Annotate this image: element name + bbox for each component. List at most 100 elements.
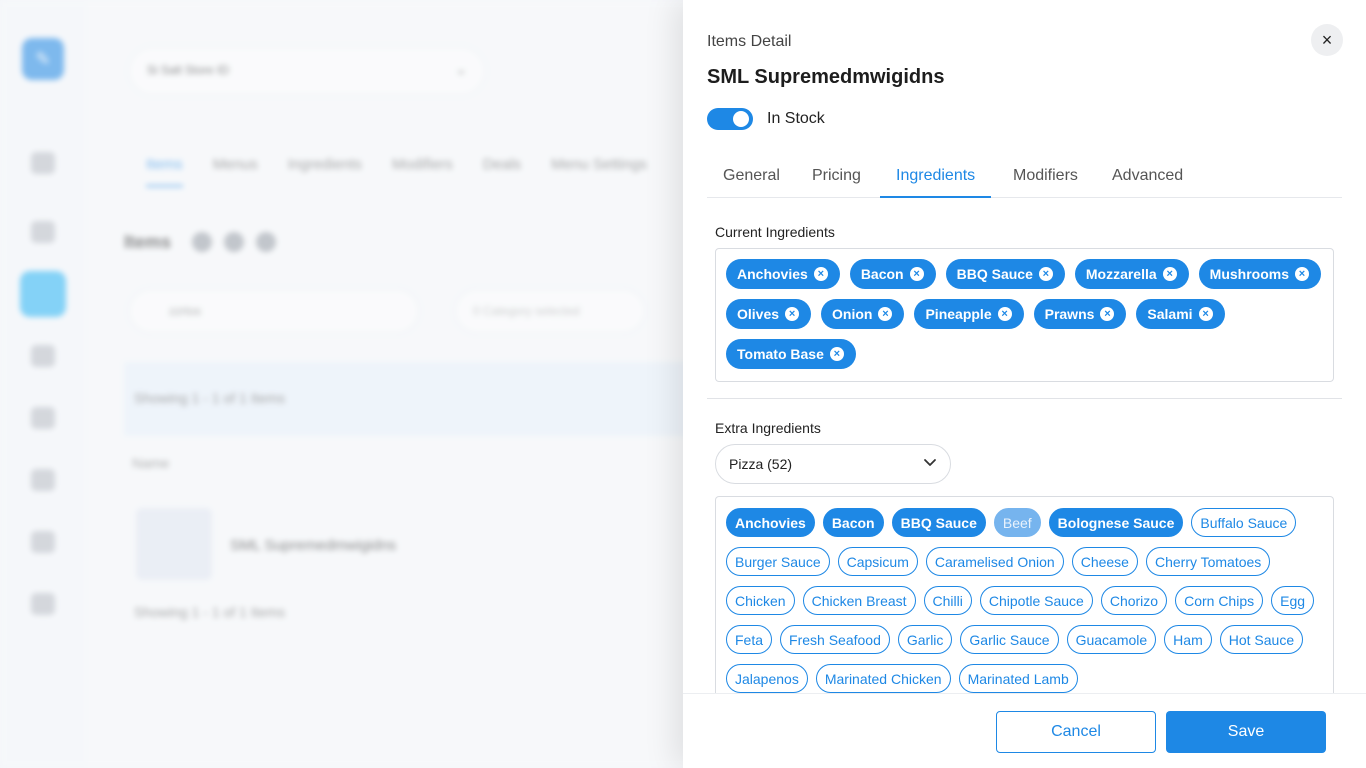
extra-ingredient-pill[interactable]: Bolognese Sauce xyxy=(1048,508,1184,537)
remove-chip-icon[interactable]: × xyxy=(909,267,924,281)
remove-chip-icon[interactable]: × xyxy=(878,307,893,321)
in-stock-toggle[interactable] xyxy=(707,108,753,130)
remove-chip-icon[interactable]: × xyxy=(1295,267,1310,281)
remove-chip-icon[interactable]: × xyxy=(997,307,1012,321)
chip-label: Salami xyxy=(1147,306,1193,322)
chip-label: Prawns xyxy=(1044,306,1095,322)
chip-label: Bacon xyxy=(860,266,904,282)
in-stock-label: In Stock xyxy=(767,110,825,127)
current-ingredient-chip: BBQ Sauce × xyxy=(945,259,1065,289)
extra-ingredient-pill[interactable]: Feta xyxy=(726,625,773,654)
extra-ingredient-pill[interactable]: Marinated Chicken xyxy=(815,664,951,693)
chip-label: Onion xyxy=(832,306,873,322)
toggle-knob xyxy=(733,111,749,127)
remove-chip-icon[interactable]: × xyxy=(829,347,844,361)
chip-label: Anchovies xyxy=(737,266,808,282)
current-ingredient-chip: Olives × xyxy=(726,299,812,329)
extra-ingredient-pill[interactable]: Marinated Lamb xyxy=(958,664,1078,693)
results-banner: Showing 1 - 1 of 1 Items xyxy=(124,362,724,436)
close-button[interactable]: × xyxy=(1311,24,1343,56)
extra-ingredients-box: Anchovies Bacon BBQ Sauce Beef Bolognese Sau… xyxy=(715,496,1334,696)
category-filter: 0 Category selected xyxy=(454,288,646,334)
extra-ingredient-pill[interactable]: Guacamole xyxy=(1066,625,1157,654)
sidebar-nav-icon xyxy=(31,152,55,174)
app-logo-icon: ✎ xyxy=(22,38,64,80)
extra-ingredient-pill[interactable]: Hot Sauce xyxy=(1219,625,1304,654)
background-tabs: Items Menus Ingredients Modifiers Deals … xyxy=(146,156,647,187)
sidebar-nav-icon xyxy=(31,407,55,429)
info-icon xyxy=(192,232,212,252)
save-button[interactable]: Save xyxy=(1166,711,1326,753)
extra-ingredients-label: Extra Ingredients xyxy=(715,420,821,436)
extra-ingredient-pill[interactable]: Bacon xyxy=(822,508,884,537)
chip-label: Tomato Base xyxy=(737,346,824,362)
current-ingredient-chip: Tomato Base × xyxy=(726,339,856,369)
current-ingredient-chip: Pineapple × xyxy=(914,299,1024,329)
category-select-value: Pizza (52) xyxy=(729,456,793,472)
extra-ingredient-pill[interactable]: Chicken xyxy=(726,586,795,615)
sidebar-nav-icon xyxy=(31,531,55,553)
store-select-label: Si Salt Store ID xyxy=(147,63,230,77)
bg-tab: Menu Settings xyxy=(551,156,648,173)
current-ingredients-box: Anchovies × Bacon × BBQ Sauce × Mozzarella × Mus… xyxy=(715,248,1334,382)
tab-pricing[interactable]: Pricing xyxy=(796,160,877,198)
sidebar-nav-icon xyxy=(31,345,55,367)
chip-label: Olives xyxy=(737,306,780,322)
tab-ingredients[interactable]: Ingredients xyxy=(880,160,992,198)
extra-ingredient-pill[interactable]: Capsicum xyxy=(837,547,918,576)
download-icon xyxy=(224,232,244,252)
extra-ingredient-pill[interactable]: Corn Chips xyxy=(1175,586,1264,615)
extra-ingredient-pill[interactable]: Burger Sauce xyxy=(726,547,830,576)
extra-ingredient-pill[interactable]: Garlic Sauce xyxy=(960,625,1059,654)
current-ingredient-chip: Salami × xyxy=(1136,299,1225,329)
chevron-down-icon xyxy=(924,459,936,466)
extra-ingredient-pill[interactable]: Chicken Breast xyxy=(802,586,916,615)
extra-ingredient-pill[interactable]: Chorizo xyxy=(1100,586,1168,615)
bg-tab: Deals xyxy=(482,156,522,173)
current-ingredient-chip: Prawns × xyxy=(1033,299,1127,329)
category-select[interactable]: Pizza (52) xyxy=(715,444,951,484)
extra-ingredient-pill[interactable]: Ham xyxy=(1164,625,1212,654)
store-select: Si Salt Store ID ⌄ xyxy=(128,46,486,96)
remove-chip-icon[interactable]: × xyxy=(1162,267,1177,281)
extra-ingredient-pill[interactable]: Garlic xyxy=(897,625,953,654)
current-ingredient-chip: Mozzarella × xyxy=(1074,259,1189,289)
extra-ingredient-pill[interactable]: Anchovies xyxy=(726,508,815,537)
extra-ingredient-pill[interactable]: Caramelised Onion xyxy=(925,547,1064,576)
extra-ingredient-pill[interactable]: Cherry Tomatoes xyxy=(1145,547,1271,576)
tab-advanced[interactable]: Advanced xyxy=(1096,160,1199,198)
remove-chip-icon[interactable]: × xyxy=(785,307,800,321)
extra-ingredient-pill[interactable]: Chipotle Sauce xyxy=(979,586,1093,615)
remove-chip-icon[interactable]: × xyxy=(1198,307,1213,321)
detail-tabs: General Pricing Ingredients Modifiers Ad… xyxy=(707,160,1342,198)
search-value: zzrtos xyxy=(169,304,202,318)
cancel-button[interactable]: Cancel xyxy=(996,711,1156,753)
sidebar-nav-icon xyxy=(31,593,55,615)
sidebar-nav-icon xyxy=(31,469,55,491)
item-detail-drawer: Items Detail SML Supremedmwigidns × In S… xyxy=(683,0,1366,768)
extra-ingredient-pill[interactable]: Buffalo Sauce xyxy=(1191,508,1297,537)
sidebar: ✎ xyxy=(0,0,86,768)
extra-ingredient-pill[interactable]: Egg xyxy=(1271,586,1315,615)
extra-ingredient-pill[interactable]: Jalapenos xyxy=(726,664,808,693)
extra-ingredient-pill[interactable]: BBQ Sauce xyxy=(891,508,986,537)
drawer-footer: Cancel Save xyxy=(683,693,1366,768)
chip-label: BBQ Sauce xyxy=(956,266,1033,282)
category-filter-label: 0 Category selected xyxy=(473,304,580,318)
extra-ingredient-pill[interactable]: Chilli xyxy=(923,586,972,615)
extra-ingredient-pill[interactable]: Cheese xyxy=(1071,547,1138,576)
current-ingredient-chip: Onion × xyxy=(821,299,905,329)
remove-chip-icon[interactable]: × xyxy=(1038,267,1053,281)
tab-general[interactable]: General xyxy=(707,160,796,198)
current-ingredient-chip: Anchovies × xyxy=(726,259,840,289)
extra-ingredient-pill[interactable]: Fresh Seafood xyxy=(780,625,890,654)
current-ingredient-chip: Mushrooms × xyxy=(1198,259,1322,289)
drawer-subtitle: Items Detail xyxy=(707,33,792,50)
chip-label: Mozzarella xyxy=(1085,266,1157,282)
background-search-input: zzrtos xyxy=(128,288,420,334)
extra-ingredient-pill: Beef xyxy=(993,508,1041,537)
tab-modifiers[interactable]: Modifiers xyxy=(997,160,1094,198)
current-ingredients-label: Current Ingredients xyxy=(715,224,835,240)
remove-chip-icon[interactable]: × xyxy=(813,267,828,281)
remove-chip-icon[interactable]: × xyxy=(1100,307,1115,321)
